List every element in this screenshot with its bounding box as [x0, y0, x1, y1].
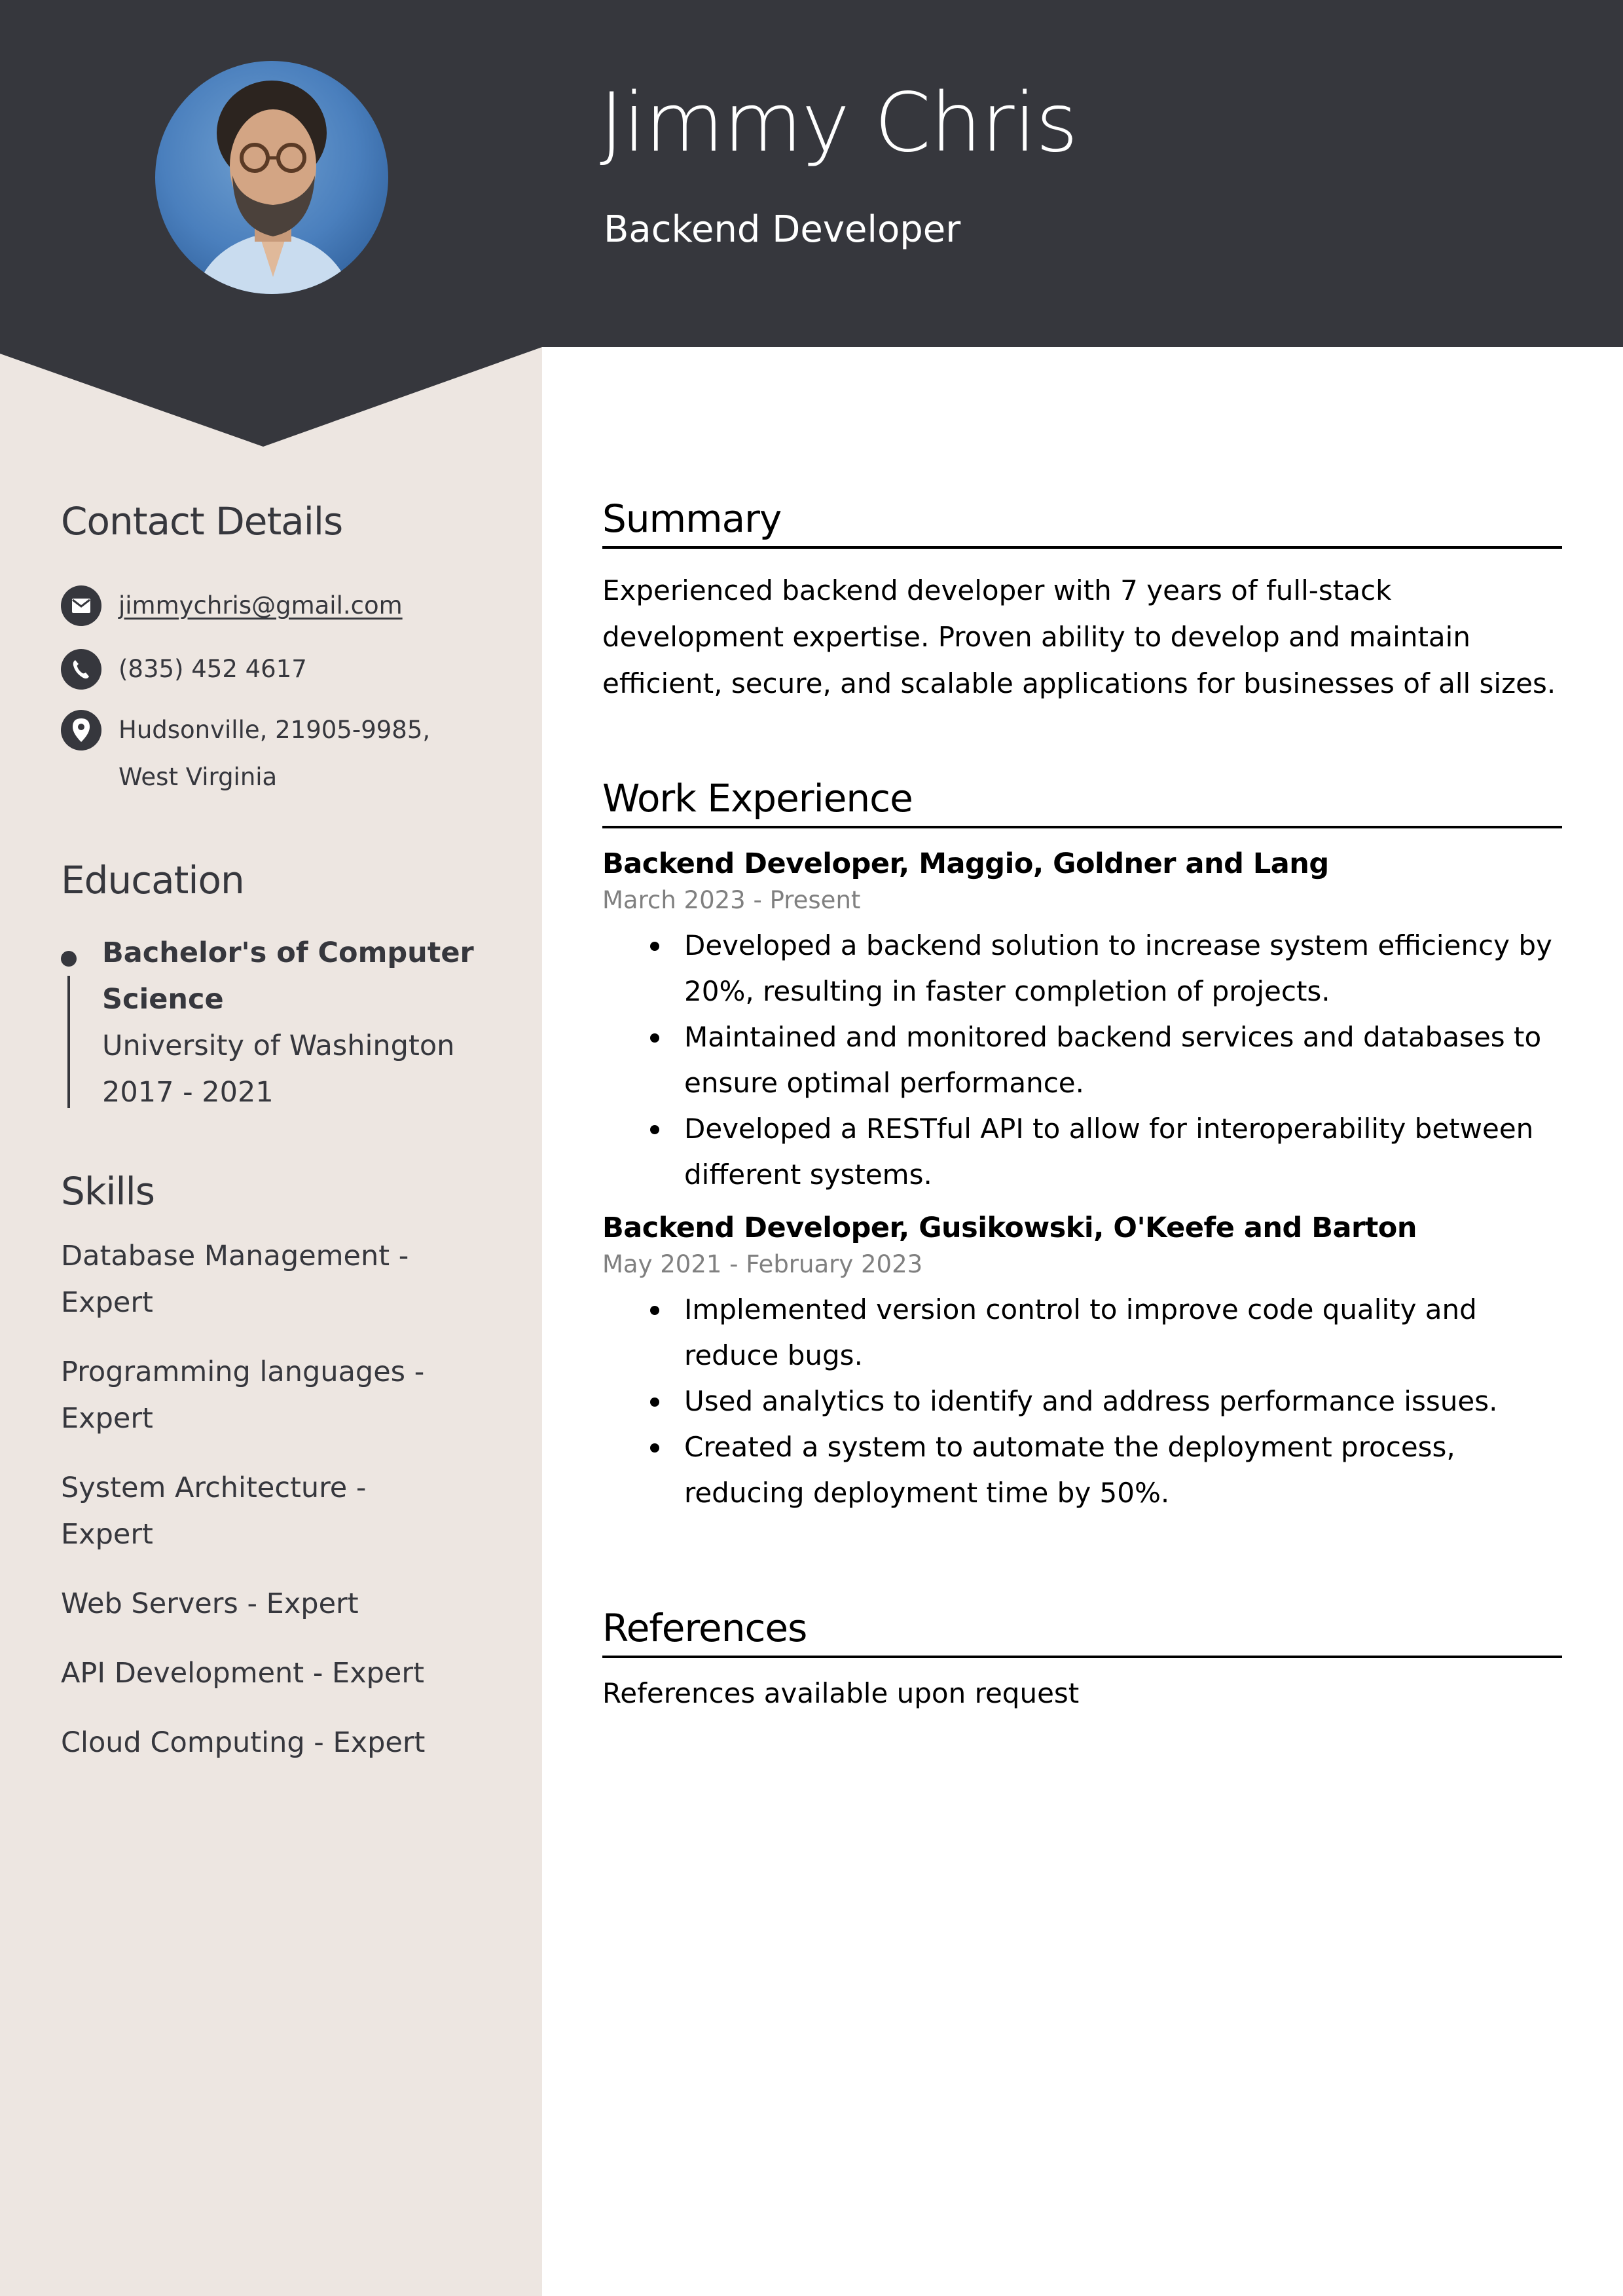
education-section: Education Bachelor's of Computer Science… — [61, 858, 493, 1133]
contact-phone: (835) 452 4617 — [61, 649, 307, 693]
contact-heading: Contact Details — [61, 499, 343, 544]
summary-heading: Summary — [602, 496, 1562, 549]
job-title: Backend Developer, Gusikowski, O'Keefe a… — [602, 1211, 1417, 1244]
skill-item: System Architecture - Expert — [61, 1472, 367, 1551]
contact-address: Hudsonville, 21905-9985, West Virginia — [61, 710, 485, 801]
skills-heading: Skills — [61, 1169, 155, 1213]
location-pin-icon — [61, 710, 101, 750]
job-bullet: Developed a backend solution to increase… — [650, 923, 1562, 1014]
skill-item: Programming languages - Expert — [61, 1356, 425, 1435]
email-link[interactable]: jimmychris@gmail.com — [119, 582, 403, 629]
job-bullet: Created a system to automate the deploym… — [650, 1424, 1562, 1516]
job-title: Backend Developer, Maggio, Goldner and L… — [602, 847, 1329, 880]
skill-item: Database Management - Expert — [61, 1240, 409, 1319]
summary-section: Summary Experienced backend developer wi… — [602, 496, 1562, 707]
job-dates: May 2021 - February 2023 — [602, 1250, 923, 1278]
skills-section: Skills Database Management - Expert Prog… — [61, 1169, 493, 1789]
job-bullets: Implemented version control to improve c… — [602, 1287, 1562, 1516]
education-school: University of Washington — [102, 1029, 455, 1062]
job-bullet: Used analytics to identify and address p… — [650, 1379, 1562, 1424]
phone-icon — [61, 649, 101, 690]
contact-email[interactable]: jimmychris@gmail.com — [61, 585, 403, 629]
header-chevron — [0, 346, 542, 447]
address-text: Hudsonville, 21905-9985, West Virginia — [119, 716, 431, 791]
references-text: References available upon request — [602, 1676, 1080, 1709]
contact-section: Contact Details jimmychris@gmail.com (83… — [61, 499, 493, 813]
timeline-dot — [61, 951, 77, 967]
skill-item: Cloud Computing - Expert — [61, 1726, 426, 1759]
candidate-role: Backend Developer — [604, 208, 961, 251]
skill-item: Web Servers - Expert — [61, 1587, 359, 1620]
job-bullet: Implemented version control to improve c… — [650, 1287, 1562, 1379]
phone-text: (835) 452 4617 — [119, 655, 307, 683]
job-bullet: Maintained and monitored backend service… — [650, 1014, 1562, 1106]
envelope-icon — [61, 585, 101, 626]
experience-section: Work Experience Backend Developer, Maggi… — [602, 776, 1562, 1516]
profile-photo — [155, 61, 388, 294]
job-entry: Backend Developer, Maggio, Goldner and L… — [602, 845, 1562, 1198]
job-bullet: Developed a RESTful API to allow for int… — [650, 1106, 1562, 1198]
experience-heading: Work Experience — [602, 776, 1562, 828]
job-entry: Backend Developer, Gusikowski, O'Keefe a… — [602, 1210, 1562, 1516]
timeline-line — [67, 976, 70, 1108]
job-dates: March 2023 - Present — [602, 885, 861, 914]
references-section: References References available upon req… — [602, 1606, 1562, 1716]
summary-text: Experienced backend developer with 7 yea… — [602, 574, 1556, 699]
candidate-name: Jimmy Chris — [600, 76, 1078, 170]
education-years: 2017 - 2021 — [102, 1076, 274, 1109]
education-degree: Bachelor's of Computer Science — [102, 936, 474, 1016]
education-heading: Education — [61, 858, 245, 902]
skill-item: API Development - Expert — [61, 1657, 424, 1690]
job-bullets: Developed a backend solution to increase… — [602, 923, 1562, 1198]
references-heading: References — [602, 1606, 1562, 1658]
